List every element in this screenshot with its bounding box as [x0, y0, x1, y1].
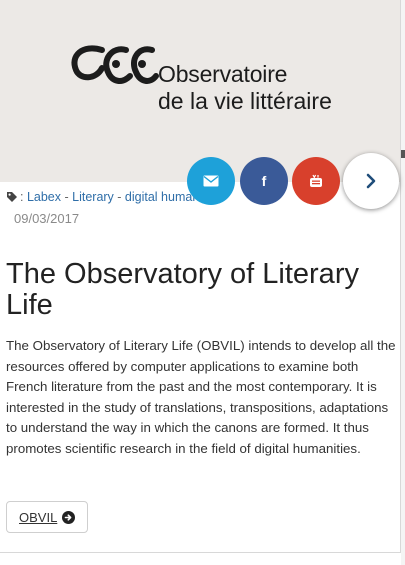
- envelope-icon: [203, 175, 219, 187]
- post-card: Observatoire de la vie littéraire : Labe…: [0, 0, 401, 553]
- tag-link-labex[interactable]: Labex: [27, 190, 61, 204]
- post-description: The Observatory of Literary Life (OBVIL)…: [6, 338, 396, 456]
- tag-separator: -: [113, 190, 125, 204]
- obvil-button-label: OBVIL: [19, 509, 58, 525]
- arrow-circle-right-icon: [62, 510, 76, 524]
- share-facebook-button[interactable]: f: [240, 157, 288, 205]
- logo-subtitle: de la vie littéraire: [158, 88, 332, 114]
- share-youtube-button[interactable]: [292, 157, 340, 205]
- scrollbar-thumb[interactable]: [401, 150, 405, 158]
- tag-separator: -: [61, 190, 73, 204]
- logo-title: Observatoire: [158, 61, 288, 87]
- youtube-icon: [310, 174, 322, 187]
- facebook-icon: f: [261, 173, 267, 189]
- tags-prefix: :: [20, 190, 27, 204]
- obvil-button[interactable]: OBVIL: [6, 501, 89, 533]
- tag-link-literary[interactable]: Literary: [72, 190, 114, 204]
- tag-icon: [7, 192, 17, 202]
- post-banner-image: Observatoire de la vie littéraire: [0, 0, 400, 182]
- obvil-logo-icon: [71, 45, 159, 84]
- share-expand-button[interactable]: [343, 153, 399, 209]
- post-title: The Observatory of Literary Life: [6, 258, 359, 321]
- post-date: 09/03/2017: [14, 211, 80, 226]
- share-email-button[interactable]: [187, 157, 235, 205]
- chevron-right-icon: [366, 173, 376, 189]
- page-scroll-gutter: [401, 0, 405, 565]
